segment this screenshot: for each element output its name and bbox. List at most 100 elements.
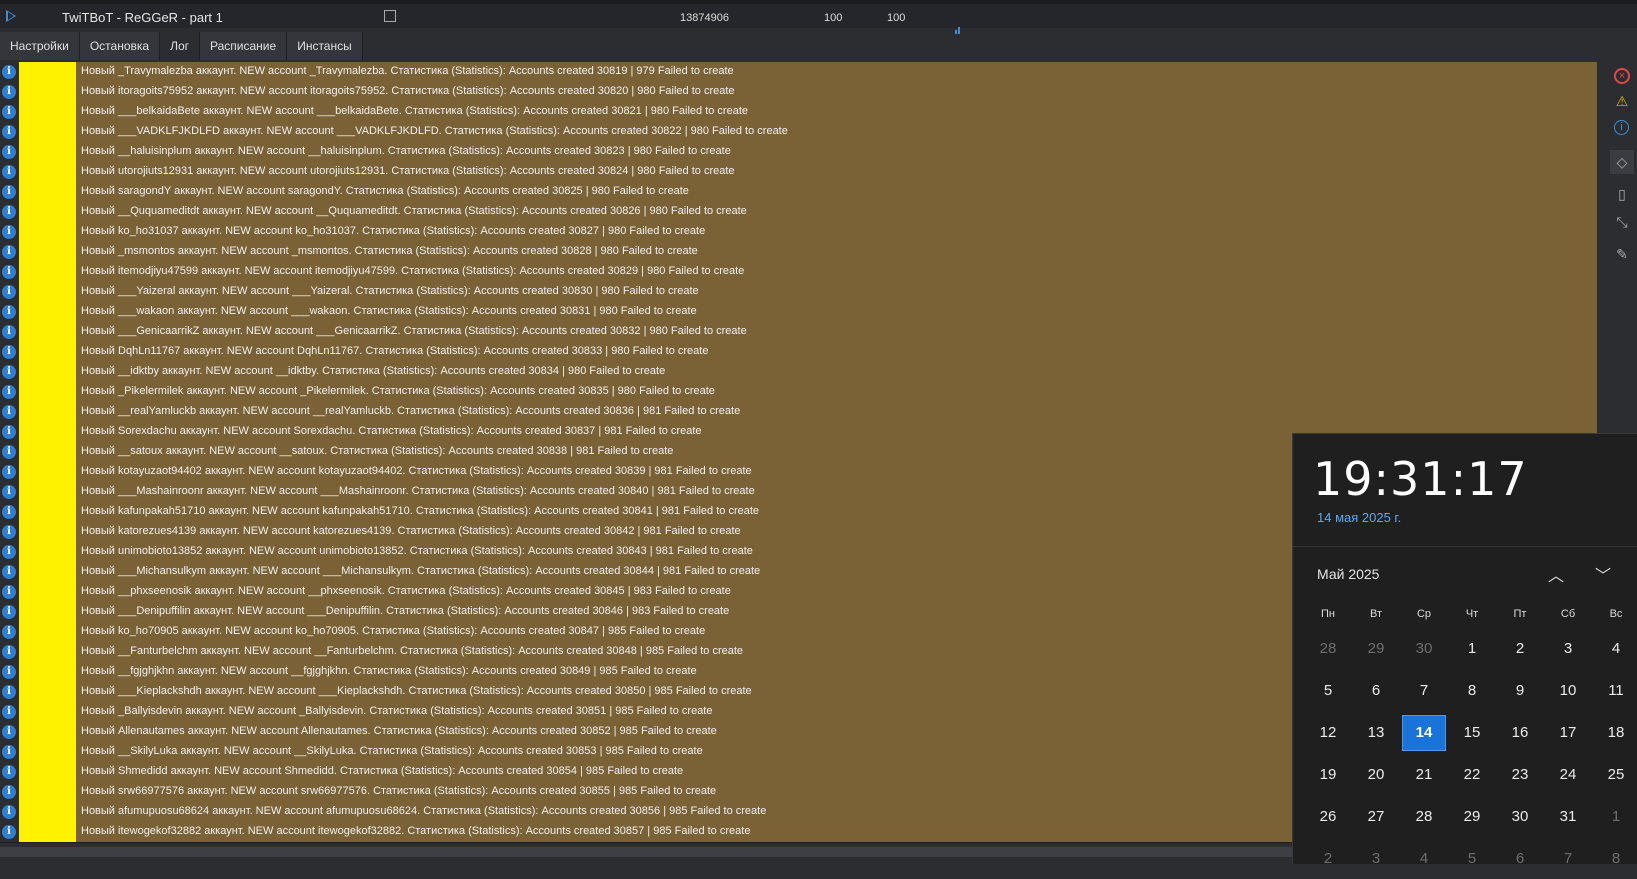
log-row[interactable]: i Новый __idktby аккаунт. NEW account __i… [0, 362, 1597, 382]
calendar-day[interactable]: 6 [1352, 671, 1400, 711]
log-message: Новый itewogekof32882 аккаунт. NEW accou… [81, 825, 751, 837]
calendar-day[interactable]: 2 [1304, 839, 1352, 879]
chevron-up-icon[interactable]: ︿ [1546, 562, 1566, 586]
log-row[interactable]: i Новый _msmontos аккаунт. NEW account _m… [0, 242, 1597, 262]
calendar-day[interactable]: 8 [1592, 839, 1637, 879]
calendar-day[interactable]: 2 [1496, 629, 1544, 669]
calendar-day[interactable]: 21 [1400, 755, 1448, 795]
calendar-day[interactable]: 18 [1592, 713, 1637, 753]
log-row[interactable]: i Новый DqhLn11767 аккаунт. NEW account D… [0, 342, 1597, 362]
task-row[interactable]: TwiTBoT - ReGGeR - part 1 13874906 100 1… [0, 0, 1637, 34]
info-icon: i [2, 805, 16, 819]
calendar-day[interactable]: 9 [1496, 671, 1544, 711]
info-icon: i [2, 385, 16, 399]
calendar-day[interactable]: 25 [1592, 755, 1637, 795]
calendar-day[interactable]: 12 [1304, 713, 1352, 753]
tab-stop[interactable]: Остановка [79, 32, 161, 60]
calendar-month-label[interactable]: Май 2025 [1317, 566, 1379, 582]
log-row[interactable]: i Новый ___Yaizeral аккаунт. NEW account … [0, 282, 1597, 302]
calendar-day[interactable]: 24 [1544, 755, 1592, 795]
log-row[interactable]: i Новый itemodjiyu47599 аккаунт. NEW acco… [0, 262, 1597, 282]
calendar-day[interactable]: 6 [1496, 839, 1544, 879]
calendar-day[interactable]: 28 [1304, 629, 1352, 669]
calendar-day[interactable]: 23 [1496, 755, 1544, 795]
calendar-day[interactable]: 7 [1544, 839, 1592, 879]
calendar-day[interactable]: 3 [1544, 629, 1592, 669]
log-message: Новый Sorexdachu аккаунт. NEW account So… [81, 425, 702, 437]
info-icon: i [2, 645, 16, 659]
log-row[interactable]: i Новый utorojiuts12931 аккаунт. NEW acco… [0, 162, 1597, 182]
tab-settings[interactable]: Настройки [0, 32, 80, 60]
calendar-day[interactable]: 20 [1352, 755, 1400, 795]
log-row[interactable]: i Новый _Travymalezba аккаунт. NEW accoun… [0, 62, 1597, 82]
info-icon: i [2, 505, 16, 519]
expand-icon[interactable]: ⤡ [1614, 214, 1630, 230]
log-message: Новый utorojiuts12931 аккаунт. NEW accou… [81, 165, 735, 177]
log-row[interactable]: i Новый __haluisinplum аккаунт. NEW accou… [0, 142, 1597, 162]
log-message: Новый __phxseenosik аккаунт. NEW account… [81, 585, 731, 597]
play-icon[interactable] [6, 10, 16, 22]
calendar-day[interactable]: 10 [1544, 671, 1592, 711]
log-row[interactable]: i Новый itoragoits75952 аккаунт. NEW acco… [0, 82, 1597, 102]
calendar-day[interactable]: 27 [1352, 797, 1400, 837]
info-icon: i [2, 665, 16, 679]
calendar-day[interactable]: 1 [1592, 797, 1637, 837]
tab-log[interactable]: Лог [160, 32, 201, 60]
chevron-down-icon[interactable]: ﹀ [1593, 562, 1613, 586]
calendar-day[interactable]: 26 [1304, 797, 1352, 837]
calendar-day[interactable]: 11 [1592, 671, 1637, 711]
tab-instances[interactable]: Инстансы [287, 32, 363, 60]
warning-filter-icon[interactable]: ⚠ [1614, 93, 1630, 109]
log-message: Новый __SkilyLuka аккаунт. NEW account _… [81, 745, 703, 757]
calendar-day[interactable]: 17 [1544, 713, 1592, 753]
calendar-day[interactable]: 13 [1352, 713, 1400, 753]
log-row[interactable]: i Новый __Ququameditdt аккаунт. NEW accou… [0, 202, 1597, 222]
calendar-day[interactable]: 30 [1496, 797, 1544, 837]
calendar-day[interactable]: 29 [1352, 629, 1400, 669]
weekday-header: Вс [1609, 608, 1623, 620]
calendar-day[interactable]: 28 [1400, 797, 1448, 837]
info-filter-icon[interactable]: i [1614, 120, 1629, 135]
calendar-day[interactable]: 4 [1400, 839, 1448, 879]
calendar-day[interactable]: 3 [1352, 839, 1400, 879]
log-row[interactable]: i Новый ___belkaidaBete аккаунт. NEW acco… [0, 102, 1597, 122]
log-row[interactable]: i Новый ___GenicaarrikZ аккаунт. NEW acco… [0, 322, 1597, 342]
calendar-day[interactable]: 29 [1448, 797, 1496, 837]
chart-icon[interactable] [955, 16, 961, 34]
log-row[interactable]: i Новый ___wakaon аккаунт. NEW account __… [0, 302, 1597, 322]
info-icon: i [2, 345, 16, 359]
log-row[interactable]: i Новый _Pikelermilek аккаунт. NEW accoun… [0, 382, 1597, 402]
calendar-day[interactable]: 31 [1544, 797, 1592, 837]
calendar-day[interactable]: 19 [1304, 755, 1352, 795]
tab-schedule[interactable]: Расписание [200, 32, 288, 60]
log-message: Новый __Ququameditdt аккаунт. NEW accoun… [81, 205, 747, 217]
edit-icon[interactable] [384, 10, 396, 22]
calendar-day[interactable]: 1 [1448, 629, 1496, 669]
calendar-day[interactable]: 5 [1448, 839, 1496, 879]
calendar-day[interactable]: 15 [1448, 713, 1496, 753]
calendar-day[interactable]: 4 [1592, 629, 1637, 669]
log-row[interactable]: i Новый ko_ho31037 аккаунт. NEW account k… [0, 222, 1597, 242]
info-icon: i [2, 605, 16, 619]
task-counter: 13874906 [680, 12, 729, 24]
log-message: Новый kafunpakah51710 аккаунт. NEW accou… [81, 505, 760, 517]
tag-icon[interactable]: ◇ [1610, 150, 1634, 174]
log-message: Новый Shmedidd аккаунт. NEW account Shme… [81, 765, 684, 777]
phone-icon[interactable]: ▯ [1614, 186, 1630, 202]
log-row[interactable]: i Новый __realYamluckb аккаунт. NEW accou… [0, 402, 1597, 422]
calendar-day[interactable]: 8 [1448, 671, 1496, 711]
calendar-day[interactable]: 30 [1400, 629, 1448, 669]
calendar-day-today[interactable]: 14 [1400, 713, 1448, 753]
calendar-day[interactable]: 5 [1304, 671, 1352, 711]
calendar-day[interactable]: 7 [1400, 671, 1448, 711]
calendar-day[interactable]: 22 [1448, 755, 1496, 795]
calendar-day[interactable]: 16 [1496, 713, 1544, 753]
log-row[interactable]: i Новый ___VADKLFJKDLFD аккаунт. NEW acco… [0, 122, 1597, 142]
log-row[interactable]: i Новый saragondY аккаунт. NEW account sa… [0, 182, 1597, 202]
error-filter-icon[interactable]: × [1614, 68, 1630, 84]
log-message: Новый __satoux аккаунт. NEW account __sa… [81, 445, 674, 457]
pin-icon[interactable]: ✎ [1614, 246, 1630, 262]
clock-date[interactable]: 14 мая 2025 г. [1317, 510, 1401, 525]
info-icon: i [2, 745, 16, 759]
info-icon: i [2, 145, 16, 159]
